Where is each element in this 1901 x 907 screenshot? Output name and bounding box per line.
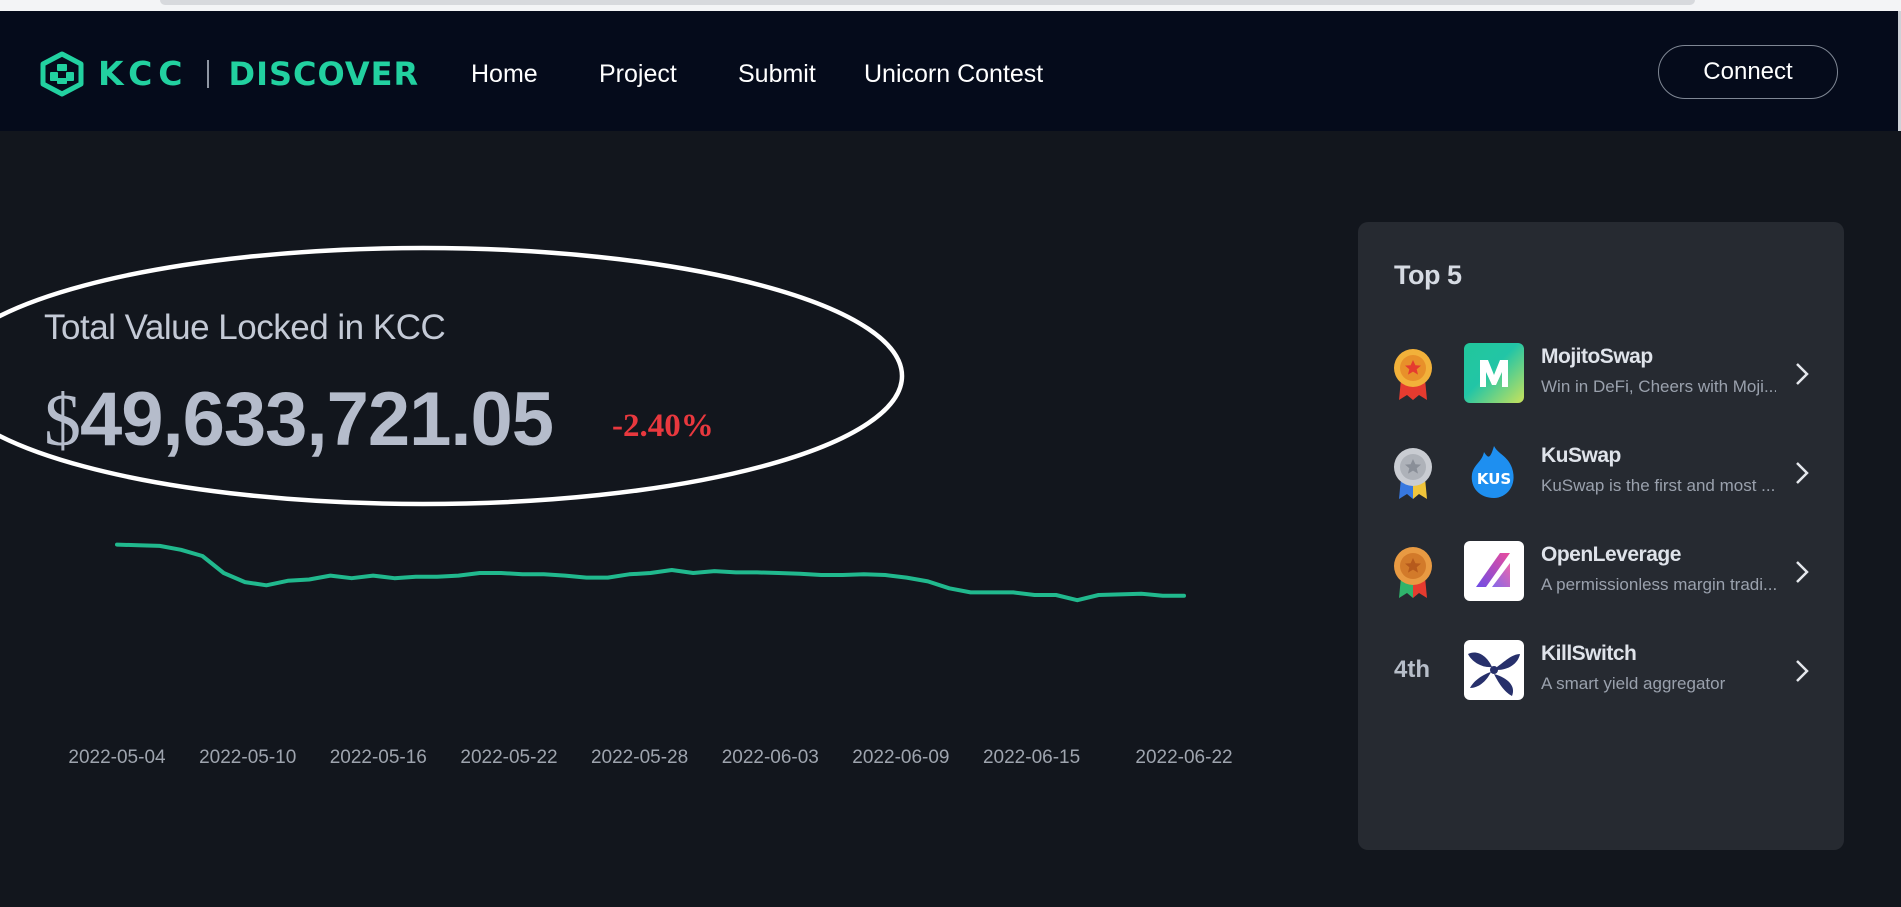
tvl-series-line (115, 542, 1186, 603)
project-name: OpenLeverage (1541, 543, 1681, 566)
project-name: KillSwitch (1541, 642, 1637, 665)
chevron-right-icon (1796, 462, 1809, 484)
top5-item-openleverage[interactable]: OpenLeverage A permissionless margin tra… (1358, 541, 1844, 601)
kuswap-logo-icon: KUS (1464, 442, 1524, 502)
kcc-discover-logo[interactable]: KCC DISCOVER (38, 48, 419, 100)
top5-item-killswitch[interactable]: 4th KillSwitch A smart yield aggregator (1358, 640, 1844, 700)
browser-strip (0, 0, 1901, 11)
project-description: KuSwap is the first and most ... (1541, 476, 1776, 495)
nav-submit[interactable]: Submit (738, 59, 816, 89)
mojitoswap-logo-icon (1464, 343, 1524, 403)
nav-project[interactable]: Project (599, 59, 677, 89)
bronze-medal-icon (1394, 547, 1432, 598)
tvl-value: $49,633,721.05 (44, 377, 554, 463)
x-tick-label: 2022-06-22 (1135, 747, 1232, 768)
tvl-line-chart: 2022-05-04 2022-05-10 2022-05-16 2022-05-22… (68, 542, 1233, 768)
x-tick-label: 2022-05-04 (68, 747, 166, 768)
tvl-amount: 49,633,721.05 (80, 377, 554, 462)
top-navigation-bar: KCC DISCOVER Home Project Submit Unicorn… (0, 11, 1901, 131)
x-tick-label: 2022-05-22 (460, 747, 557, 768)
logo-discover-text: DISCOVER (228, 55, 420, 93)
highlight-ellipse (0, 245, 905, 507)
project-name: KuSwap (1541, 444, 1621, 467)
rank-label: 4th (1394, 656, 1430, 683)
address-bar-edge[interactable] (160, 0, 1695, 5)
logo-divider (206, 60, 209, 88)
openleverage-logo-icon (1464, 541, 1524, 601)
svg-text:KUS: KUS (1477, 470, 1511, 488)
kcc-logo-icon (40, 51, 84, 97)
chevron-right-icon (1796, 561, 1809, 583)
x-axis-ticks: 2022-05-04 2022-05-10 2022-05-16 2022-05-22… (68, 747, 1232, 768)
killswitch-logo-icon (1464, 640, 1524, 700)
project-name: MojitoSwap (1541, 345, 1653, 368)
x-tick-label: 2022-05-28 (591, 747, 688, 768)
nav-unicorn-contest[interactable]: Unicorn Contest (864, 59, 1043, 89)
top5-panel: Top 5 MojitoSwap Win in DeFi, Cheers wit… (1358, 222, 1844, 850)
chevron-right-icon (1796, 363, 1809, 385)
project-description: A smart yield aggregator (1541, 674, 1726, 693)
logo-kcc-text: KCC (98, 54, 189, 93)
top5-item-mojitoswap[interactable]: MojitoSwap Win in DeFi, Cheers with Moji… (1358, 343, 1844, 403)
x-tick-label: 2022-05-10 (199, 747, 296, 768)
tvl-currency: $ (44, 380, 81, 462)
tvl-change-percent: -2.40% (612, 408, 714, 444)
nav-home[interactable]: Home (471, 59, 538, 89)
x-tick-label: 2022-06-09 (852, 747, 949, 768)
project-description: A permissionless margin tradi... (1541, 575, 1776, 594)
x-tick-label: 2022-06-15 (983, 747, 1080, 768)
x-tick-label: 2022-05-16 (330, 747, 427, 768)
chevron-right-icon (1796, 660, 1809, 682)
x-tick-label: 2022-06-03 (722, 747, 819, 768)
top5-title: Top 5 (1394, 260, 1462, 290)
project-description: Win in DeFi, Cheers with Moji... (1541, 377, 1776, 396)
tvl-title: Total Value Locked in KCC (44, 308, 446, 347)
silver-medal-icon (1394, 448, 1432, 499)
gold-medal-icon (1394, 349, 1432, 400)
connect-wallet-button[interactable]: Connect (1658, 45, 1838, 99)
top5-item-kuswap[interactable]: KUS KuSwap KuSwap is the first and most … (1358, 442, 1844, 502)
